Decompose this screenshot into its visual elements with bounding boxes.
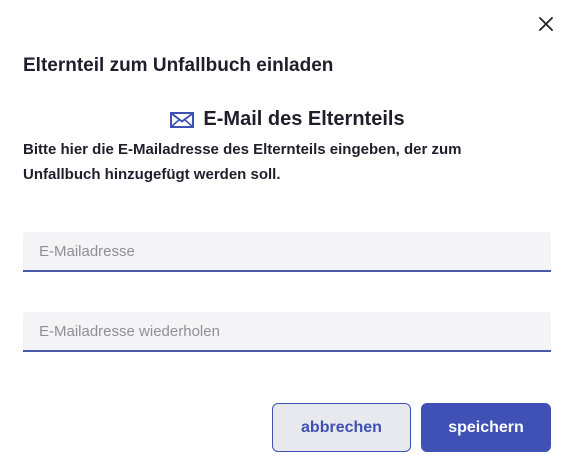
email-field[interactable] [23,232,551,272]
instruction-text: Bitte hier die E-Mailadresse des Elternt… [23,141,462,183]
close-button[interactable] [533,12,559,38]
close-icon [539,16,553,34]
section-heading: E-Mail des Elternteils [0,108,575,131]
section-heading-label: E-Mail des Elternteils [203,108,405,130]
cancel-button[interactable]: abbrechen [272,403,411,452]
envelope-icon [170,112,195,128]
dialog-title: Elternteil zum Unfallbuch einladen [23,55,334,76]
save-button[interactable]: speichern [421,403,551,452]
invite-parent-dialog: Elternteil zum Unfallbuch einladen E-Mai… [0,0,575,459]
email-repeat-field[interactable] [23,312,551,352]
